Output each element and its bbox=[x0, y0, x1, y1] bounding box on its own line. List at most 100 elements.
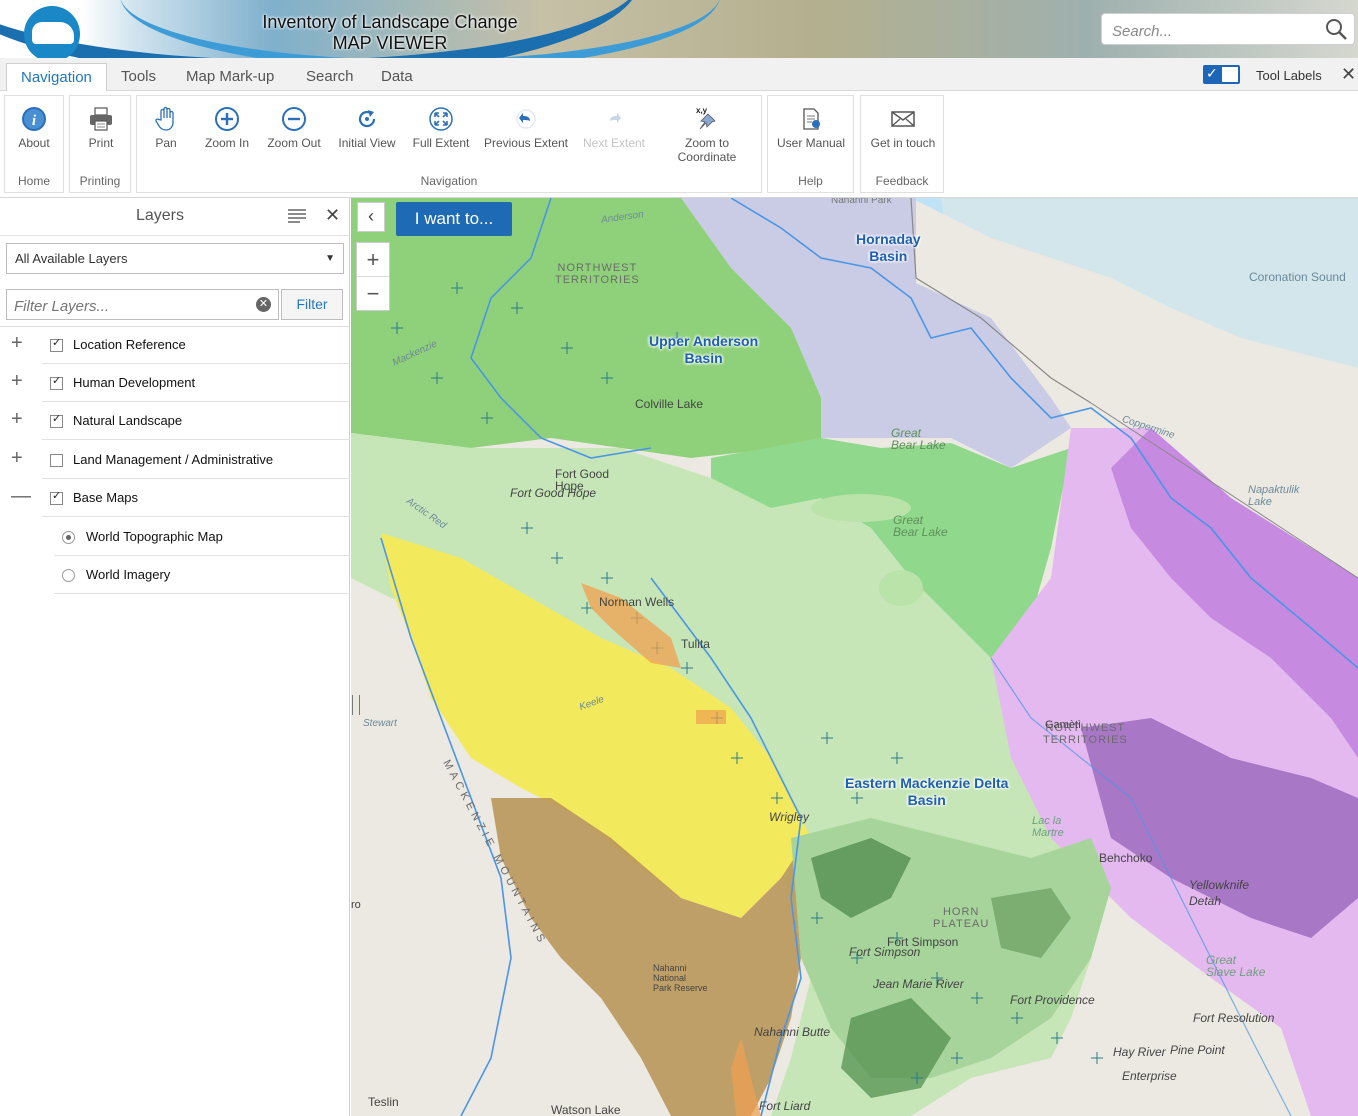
expand-icon[interactable]: + bbox=[11, 409, 23, 429]
lake-label-line: Martre bbox=[1032, 827, 1064, 839]
zoom-in-button[interactable]: Zoom In bbox=[199, 106, 255, 150]
tab-search[interactable]: Search bbox=[292, 63, 368, 91]
tool-labels-label: Tool Labels bbox=[1256, 68, 1322, 83]
territory-label-line: PLATEAU bbox=[933, 918, 990, 930]
layer-set-select[interactable]: All Available Layers ▼ bbox=[6, 243, 344, 274]
app-banner: Inventory of Landscape Change MAP VIEWER bbox=[0, 0, 1358, 58]
map-view[interactable]: Hornaday Basin Upper Anderson Basin East… bbox=[351, 198, 1358, 1116]
initial-view-button[interactable]: Initial View bbox=[335, 106, 399, 150]
expand-icon[interactable]: + bbox=[11, 333, 23, 353]
collapse-icon[interactable]: — bbox=[11, 486, 31, 506]
place-label: Yellowknife bbox=[1189, 878, 1250, 892]
map-zoom-in-button[interactable]: + bbox=[357, 243, 389, 277]
expand-icon[interactable]: + bbox=[11, 448, 23, 468]
lake-label-line: Bear Lake bbox=[891, 438, 946, 452]
filter-button[interactable]: Filter bbox=[281, 289, 343, 320]
place-label: Enterprise bbox=[1122, 1069, 1177, 1083]
layer-item-human-development[interactable]: + Human Development bbox=[0, 364, 350, 402]
layer-item-base-maps[interactable]: — Base Maps bbox=[0, 479, 350, 517]
place-label: Coronation Sound bbox=[1249, 270, 1346, 284]
lake-label: Lac la Martre bbox=[1032, 815, 1064, 839]
close-icon[interactable]: ✕ bbox=[325, 205, 340, 226]
tab-tools[interactable]: Tools bbox=[107, 63, 170, 91]
tool-labels-toggle[interactable]: ✓ bbox=[1203, 65, 1240, 84]
user-manual-button[interactable]: User Manual bbox=[776, 106, 846, 150]
filter-box: ✕ bbox=[6, 289, 279, 320]
territory-label-line: TERRITORIES bbox=[1043, 734, 1128, 746]
about-button[interactable]: i About bbox=[11, 106, 57, 150]
next-extent-button[interactable]: Next Extent bbox=[581, 106, 647, 150]
layer-item-natural-landscape[interactable]: + Natural Landscape bbox=[0, 402, 350, 440]
group-label-home: Home bbox=[17, 174, 50, 188]
basemap-item-world-topographic[interactable]: World Topographic Map bbox=[0, 518, 350, 556]
printer-icon bbox=[90, 107, 112, 131]
full-extent-button[interactable]: Full Extent bbox=[409, 106, 473, 150]
layer-checkbox[interactable] bbox=[50, 454, 63, 467]
full-extent-icon bbox=[429, 107, 453, 131]
place-label: Behchoko bbox=[1099, 851, 1153, 865]
arrow-right-icon bbox=[610, 113, 621, 123]
zoom-to-coordinate-button[interactable]: x,y Zoom to Coordinate bbox=[667, 106, 747, 164]
basemap-radio[interactable] bbox=[62, 569, 75, 582]
layer-item-location-reference[interactable]: + Location Reference bbox=[0, 326, 350, 364]
upper-anderson-basin-label: Upper Anderson Basin bbox=[649, 333, 758, 367]
group-help: User Manual Help bbox=[767, 95, 854, 193]
filter-layers-input[interactable] bbox=[12, 294, 246, 318]
tab-map-markup[interactable]: Map Mark-up bbox=[172, 63, 288, 91]
search-input[interactable] bbox=[1110, 20, 1314, 42]
group-printing: Print Printing bbox=[69, 95, 131, 193]
park-label: Nahanni National Park Reserve bbox=[653, 963, 708, 993]
print-button[interactable]: Print bbox=[78, 106, 124, 150]
close-icon[interactable]: ✕ bbox=[1341, 64, 1356, 85]
basin-label-line: Hornaday bbox=[856, 231, 921, 247]
lake-label: Great Bear Lake bbox=[893, 514, 948, 538]
panel-resize-handle[interactable] bbox=[352, 695, 360, 715]
basemap-radio[interactable] bbox=[62, 531, 75, 544]
menu-icon[interactable] bbox=[288, 209, 306, 223]
envelope-icon bbox=[891, 111, 915, 127]
lake-label: Great Slave Lake bbox=[1206, 954, 1265, 978]
territory-label-line: NORTHWEST bbox=[557, 262, 638, 274]
clear-icon[interactable]: ✕ bbox=[256, 297, 271, 312]
expand-icon[interactable]: + bbox=[11, 371, 23, 391]
territory-label: NORTHWEST TERRITORIES bbox=[555, 262, 640, 286]
zoom-coord-line1: Zoom to bbox=[684, 136, 729, 150]
refresh-icon bbox=[358, 110, 376, 128]
basin-label-line: Eastern Mackenzie Delta bbox=[845, 775, 1009, 791]
basemap-item-world-imagery[interactable]: World Imagery bbox=[0, 556, 350, 594]
tab-navigation[interactable]: Navigation bbox=[6, 63, 107, 92]
lake-label-line: Napaktulik bbox=[1248, 484, 1300, 496]
layer-item-land-management[interactable]: + Land Management / Administrative bbox=[0, 441, 350, 479]
place-label: Teslin bbox=[368, 1095, 399, 1109]
layer-checkbox[interactable] bbox=[50, 489, 63, 505]
group-label-feedback: Feedback bbox=[875, 174, 929, 188]
map-zoom-out-button[interactable]: − bbox=[357, 277, 389, 310]
print-label: Print bbox=[88, 136, 114, 150]
hornaday-basin-label: Hornaday Basin bbox=[856, 231, 921, 265]
place-label: Gamètì bbox=[1045, 719, 1082, 731]
toggle-knob bbox=[1222, 67, 1238, 82]
place-label: Pine Point bbox=[1170, 1043, 1225, 1057]
place-label: Fort Simpson bbox=[849, 945, 921, 959]
pan-button[interactable]: Pan bbox=[147, 106, 185, 150]
park-label-line: Nahanni bbox=[653, 963, 687, 973]
layer-checkbox[interactable] bbox=[50, 374, 63, 390]
layer-checkbox[interactable] bbox=[50, 336, 63, 352]
place-label: Nahanni Butte bbox=[754, 1025, 831, 1039]
search-icon[interactable] bbox=[1324, 17, 1348, 41]
basemap-label: World Topographic Map bbox=[86, 529, 223, 544]
group-label-navigation: Navigation bbox=[420, 174, 478, 188]
i-want-to-button[interactable]: I want to... bbox=[396, 202, 512, 236]
zoom-coord-line2: Coordinate bbox=[677, 150, 737, 164]
group-feedback: Get in touch Feedback bbox=[860, 95, 944, 193]
place-label: Fort Liard bbox=[759, 1099, 811, 1113]
tab-data[interactable]: Data bbox=[367, 63, 427, 91]
layer-checkbox[interactable] bbox=[50, 412, 63, 428]
lake-label: Napaktulik Lake bbox=[1248, 484, 1299, 508]
previous-extent-button[interactable]: Previous Extent bbox=[483, 106, 569, 150]
get-in-touch-button[interactable]: Get in touch bbox=[867, 106, 939, 150]
collapse-panel-button[interactable]: ‹ bbox=[357, 202, 385, 232]
basin-label-line: Upper Anderson bbox=[649, 333, 759, 349]
lake-feature bbox=[879, 570, 923, 606]
zoom-out-button[interactable]: Zoom Out bbox=[263, 106, 325, 150]
